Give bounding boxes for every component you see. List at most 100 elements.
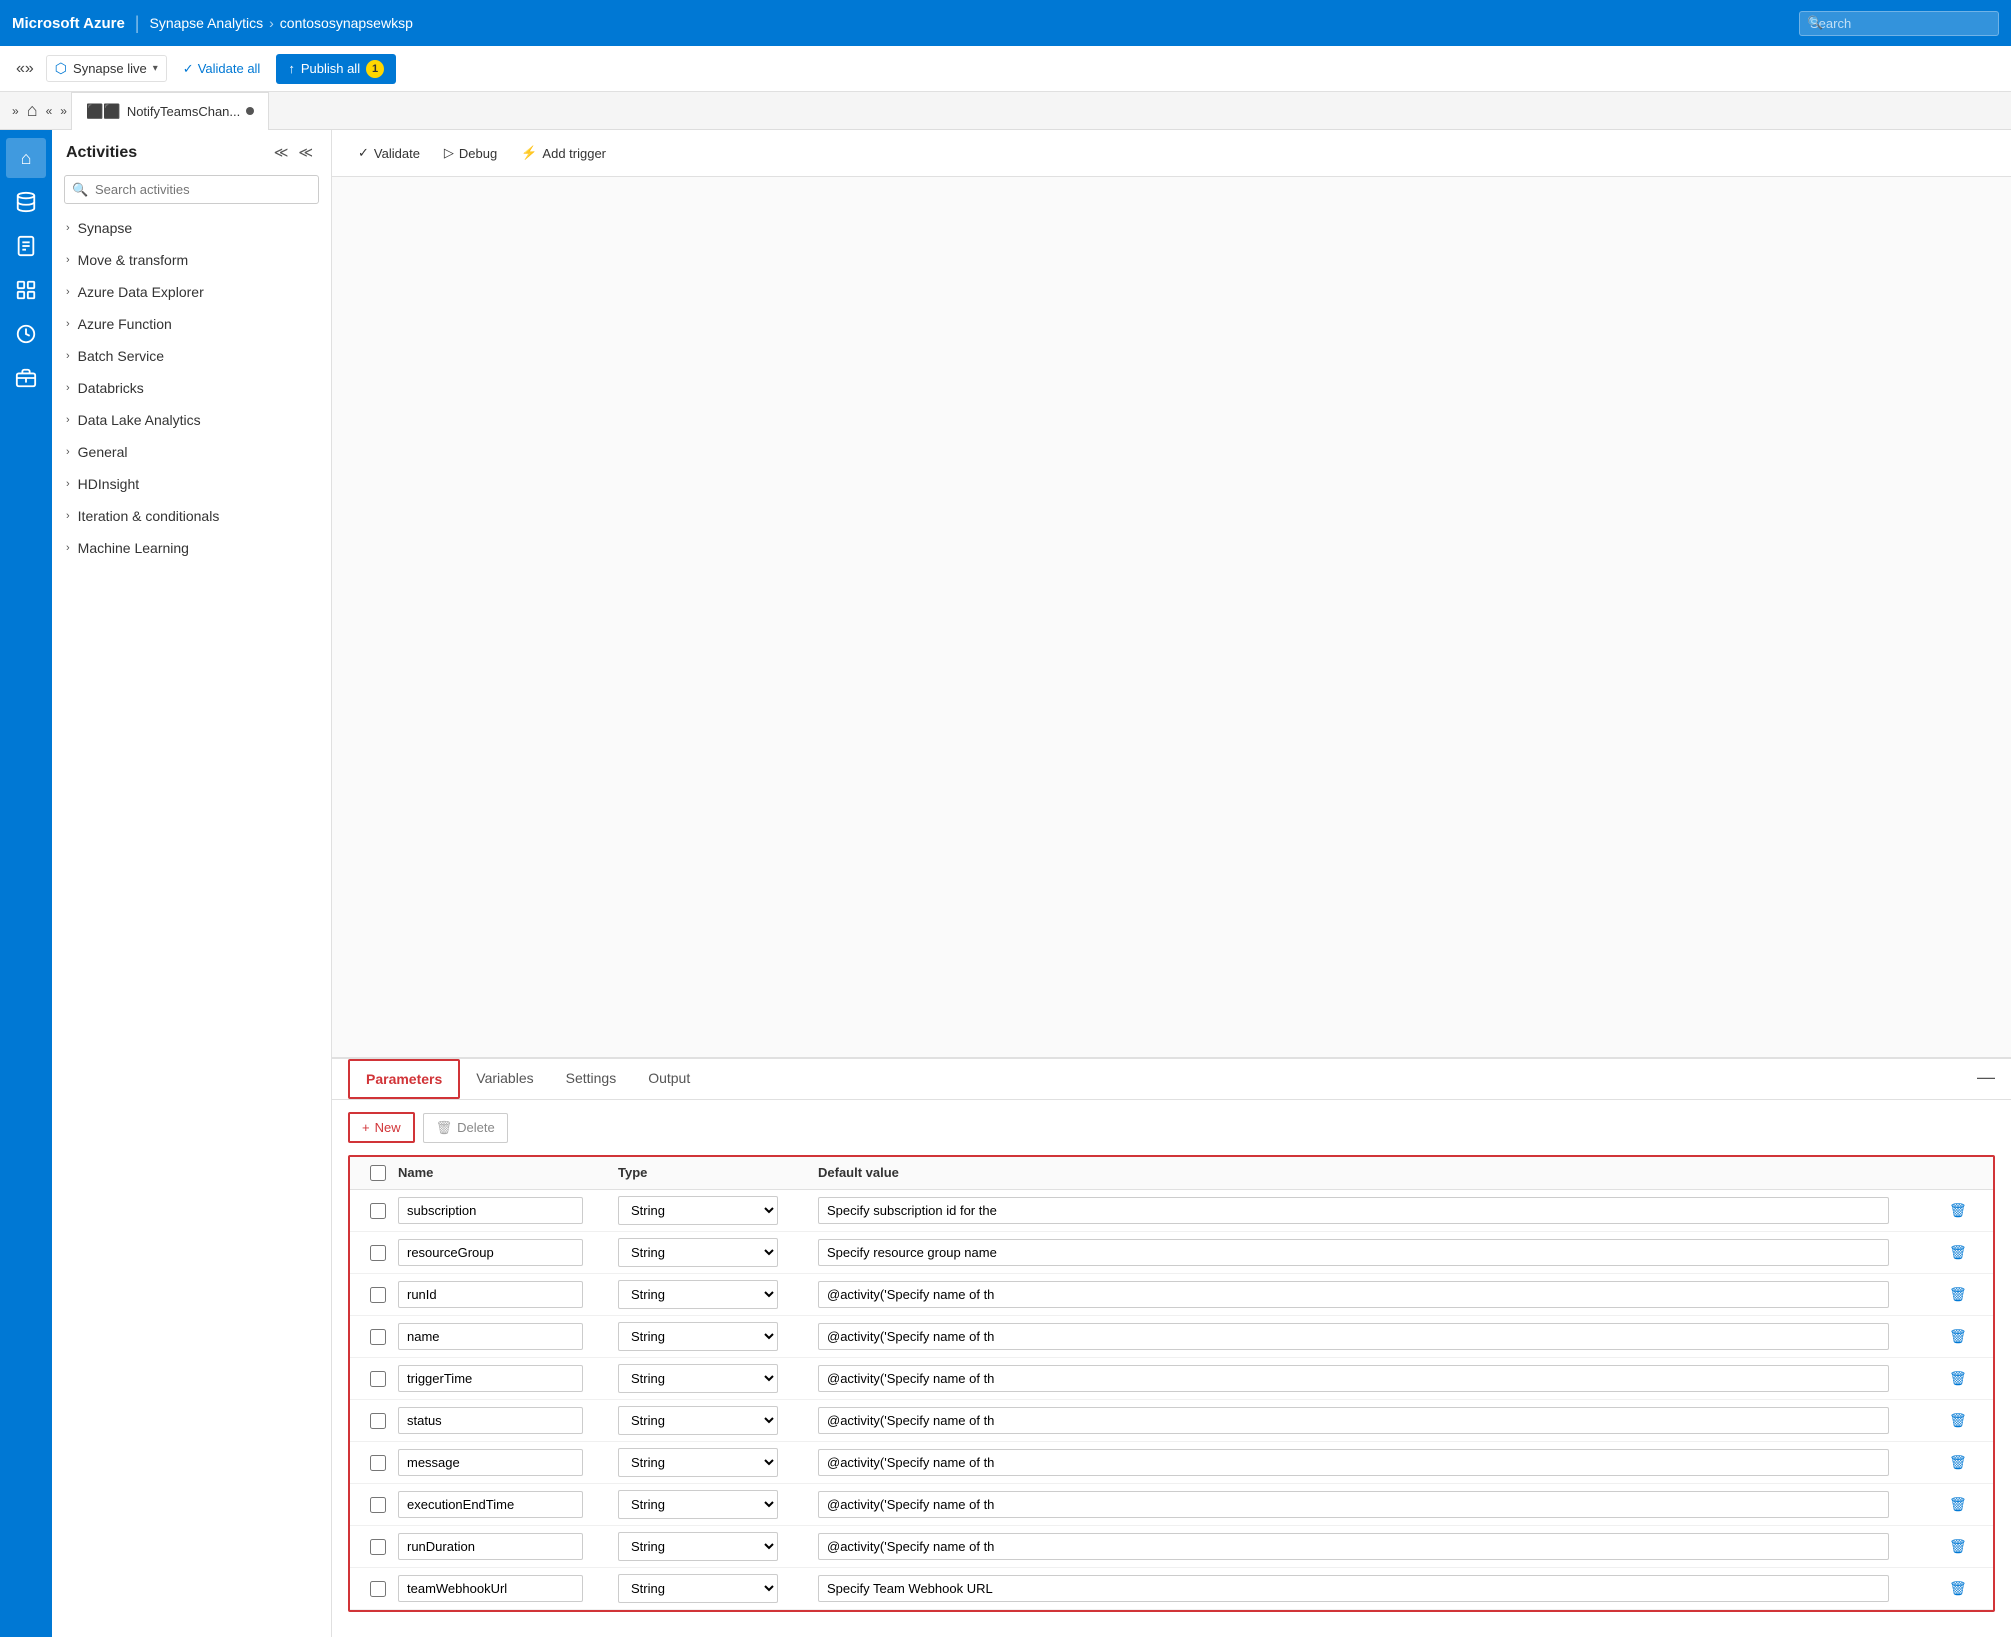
activity-item-synapse[interactable]: › Synapse — [52, 212, 331, 244]
environment-selector[interactable]: ⬡ Synapse live ▾ — [46, 55, 167, 82]
publish-all-label: Publish all — [301, 61, 360, 76]
param-delete-button-4[interactable]: 🗑 — [1945, 1366, 1971, 1391]
activity-item-move-transform[interactable]: › Move & transform — [52, 244, 331, 276]
param-value-input-7[interactable] — [818, 1491, 1889, 1518]
param-delete-button-3[interactable]: 🗑 — [1945, 1324, 1971, 1349]
param-name-input-8[interactable] — [398, 1533, 583, 1560]
tab-forward-button[interactable]: » — [56, 100, 71, 122]
param-value-input-6[interactable] — [818, 1449, 1889, 1476]
new-parameter-button[interactable]: + New — [348, 1112, 415, 1143]
param-checkbox-4[interactable] — [370, 1371, 386, 1387]
param-value-input-2[interactable] — [818, 1281, 1889, 1308]
param-value-input-3[interactable] — [818, 1323, 1889, 1350]
minimize-panel-button[interactable]: — — [1977, 1067, 1995, 1088]
param-name-input-1[interactable] — [398, 1239, 583, 1266]
sidebar-briefcase-button[interactable] — [6, 358, 46, 398]
publish-all-button[interactable]: ↑ Publish all 1 — [276, 54, 396, 84]
param-type-select-1[interactable]: String Bool Int Float Array Object Secur… — [618, 1238, 778, 1267]
icon-sidebar: ⌂ — [0, 130, 52, 1637]
pipeline-tab[interactable]: ⬛⬛ NotifyTeamsChan... — [71, 92, 269, 130]
param-type-select-8[interactable]: String Bool Int Float Array Object Secur… — [618, 1532, 778, 1561]
param-name-input-6[interactable] — [398, 1449, 583, 1476]
param-delete-button-2[interactable]: 🗑 — [1945, 1282, 1971, 1307]
param-value-input-0[interactable] — [818, 1197, 1889, 1224]
activity-item-batch-service[interactable]: › Batch Service — [52, 340, 331, 372]
param-delete-button-6[interactable]: 🗑 — [1945, 1450, 1971, 1475]
param-value-input-4[interactable] — [818, 1365, 1889, 1392]
tab-variables[interactable]: Variables — [460, 1060, 549, 1098]
param-value-input-1[interactable] — [818, 1239, 1889, 1266]
param-checkbox-3[interactable] — [370, 1329, 386, 1345]
validate-all-button[interactable]: ✓ Validate all — [175, 57, 269, 81]
sidebar-layers-button[interactable] — [6, 270, 46, 310]
tab-collapse-button[interactable]: » — [8, 102, 23, 120]
collapse-right-button[interactable]: ≪ — [294, 142, 317, 163]
param-delete-cell: 🗑 — [1945, 1324, 1985, 1349]
sidebar-database-button[interactable] — [6, 182, 46, 222]
activity-item-general[interactable]: › General — [52, 436, 331, 468]
canvas-workspace[interactable] — [332, 177, 2011, 1057]
expand-collapse-button[interactable]: «» — [12, 56, 38, 82]
machine-learning-label: Machine Learning — [78, 540, 189, 556]
search-activities-input[interactable] — [64, 175, 319, 204]
activity-item-hdinsight[interactable]: › HDInsight — [52, 468, 331, 500]
param-name-input-2[interactable] — [398, 1281, 583, 1308]
activity-item-databricks[interactable]: › Databricks — [52, 372, 331, 404]
param-checkbox-5[interactable] — [370, 1413, 386, 1429]
param-type-select-5[interactable]: String Bool Int Float Array Object Secur… — [618, 1406, 778, 1435]
tab-parameters[interactable]: Parameters — [348, 1059, 460, 1099]
sidebar-document-button[interactable] — [6, 226, 46, 266]
param-delete-button-9[interactable]: 🗑 — [1945, 1576, 1971, 1601]
tab-output[interactable]: Output — [632, 1060, 706, 1098]
sidebar-monitor-button[interactable] — [6, 314, 46, 354]
param-checkbox-2[interactable] — [370, 1287, 386, 1303]
breadcrumb-workspace[interactable]: contososynapsewksp — [280, 15, 413, 31]
param-delete-button-5[interactable]: 🗑 — [1945, 1408, 1971, 1433]
search-box-icon: 🔍 — [72, 182, 88, 198]
param-value-input-8[interactable] — [818, 1533, 1889, 1560]
param-checkbox-7[interactable] — [370, 1497, 386, 1513]
delete-parameter-button[interactable]: 🗑 Delete — [423, 1113, 508, 1143]
param-type-select-6[interactable]: String Bool Int Float Array Object Secur… — [618, 1448, 778, 1477]
param-checkbox-0[interactable] — [370, 1203, 386, 1219]
tab-home-button[interactable]: ⌂ — [23, 96, 42, 125]
search-input[interactable] — [1799, 11, 1999, 36]
param-delete-button-8[interactable]: 🗑 — [1945, 1534, 1971, 1559]
param-type-select-9[interactable]: String Bool Int Float Array Object Secur… — [618, 1574, 778, 1603]
param-delete-button-0[interactable]: 🗑 — [1945, 1198, 1971, 1223]
param-name-input-9[interactable] — [398, 1575, 583, 1602]
activity-item-azure-function[interactable]: › Azure Function — [52, 308, 331, 340]
param-type-select-3[interactable]: String Bool Int Float Array Object Secur… — [618, 1322, 778, 1351]
param-name-input-0[interactable] — [398, 1197, 583, 1224]
collapse-left-button[interactable]: ≪ — [270, 142, 293, 163]
param-checkbox-6[interactable] — [370, 1455, 386, 1471]
activity-item-machine-learning[interactable]: › Machine Learning — [52, 532, 331, 564]
activity-item-data-lake-analytics[interactable]: › Data Lake Analytics — [52, 404, 331, 436]
param-checkbox-9[interactable] — [370, 1581, 386, 1597]
param-type-select-7[interactable]: String Bool Int Float Array Object Secur… — [618, 1490, 778, 1519]
param-checkbox-1[interactable] — [370, 1245, 386, 1261]
validate-button[interactable]: ✓ Validate — [348, 140, 430, 166]
param-delete-button-7[interactable]: 🗑 — [1945, 1492, 1971, 1517]
param-value-input-9[interactable] — [818, 1575, 1889, 1602]
sidebar-home-button[interactable]: ⌂ — [6, 138, 46, 178]
param-name-input-5[interactable] — [398, 1407, 583, 1434]
param-type-select-4[interactable]: String Bool Int Float Array Object Secur… — [618, 1364, 778, 1393]
tab-settings[interactable]: Settings — [550, 1060, 633, 1098]
param-name-input-7[interactable] — [398, 1491, 583, 1518]
add-trigger-button[interactable]: ⚡ Add trigger — [511, 140, 616, 166]
param-type-select-2[interactable]: String Bool Int Float Array Object Secur… — [618, 1280, 778, 1309]
activity-item-iteration-conditionals[interactable]: › Iteration & conditionals — [52, 500, 331, 532]
param-type-select-0[interactable]: String Bool Int Float Array Object Secur… — [618, 1196, 778, 1225]
param-name-input-4[interactable] — [398, 1365, 583, 1392]
breadcrumb-synapse[interactable]: Synapse Analytics — [149, 15, 263, 31]
param-checkbox-8[interactable] — [370, 1539, 386, 1555]
pipeline-tab-icon: ⬛⬛ — [86, 103, 121, 120]
debug-button[interactable]: ▷ Debug — [434, 140, 507, 166]
param-value-input-5[interactable] — [818, 1407, 1889, 1434]
select-all-checkbox[interactable] — [370, 1165, 386, 1181]
param-delete-button-1[interactable]: 🗑 — [1945, 1240, 1971, 1265]
param-name-input-3[interactable] — [398, 1323, 583, 1350]
activity-item-azure-data-explorer[interactable]: › Azure Data Explorer — [52, 276, 331, 308]
tab-back-button[interactable]: « — [42, 100, 57, 122]
